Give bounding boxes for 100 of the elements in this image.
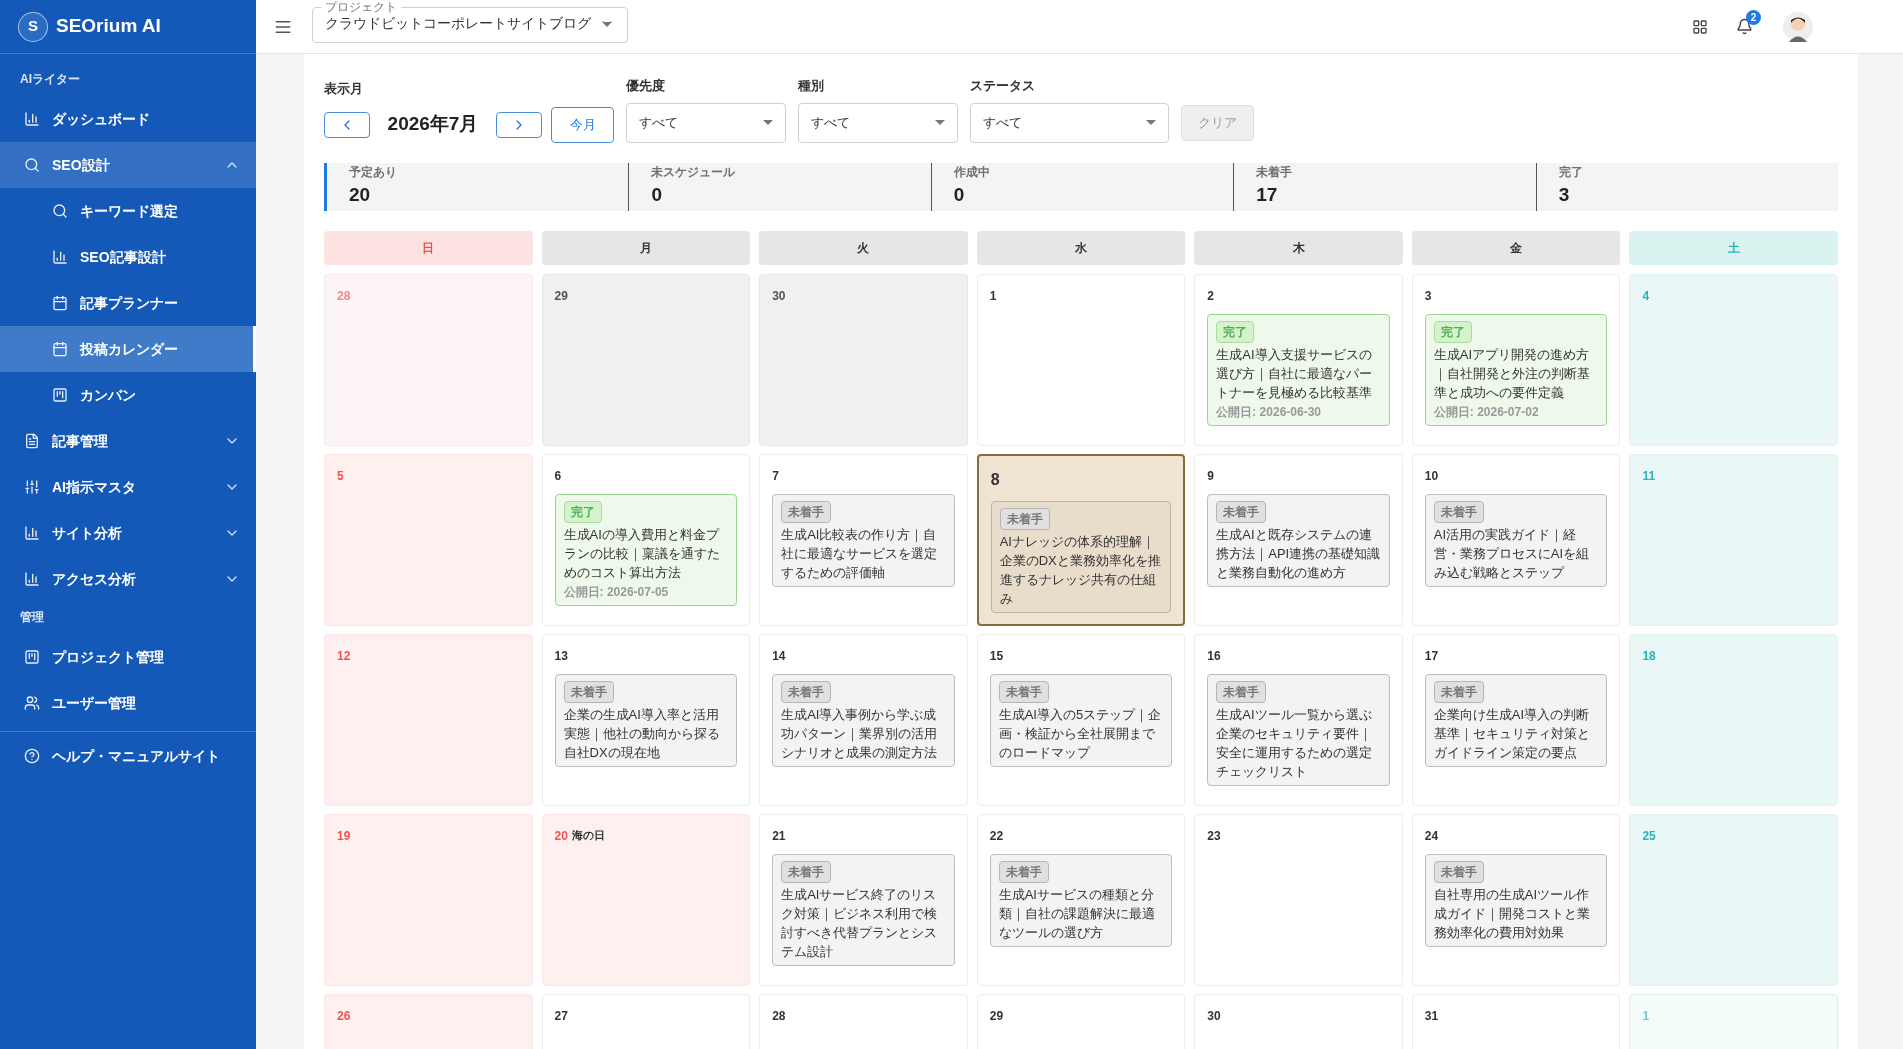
filter-select[interactable]: すべて: [970, 102, 1169, 143]
status-tag: 未着手: [563, 680, 614, 703]
calendar-day-cell[interactable]: 20 海の日: [541, 813, 751, 986]
post-title: 生成AI導入の5ステップ｜企画・検証から全社展開までのロードマップ: [998, 705, 1163, 762]
calendar-day-cell[interactable]: 22 未着手 生成AIサービスの種類と分類｜自社の課題解決に最適なツールの選び方: [976, 813, 1186, 986]
sidebar-item[interactable]: 記事プランナー: [0, 280, 256, 326]
calendar-day-cell[interactable]: 8 未着手 AIナレッジの体系的理解｜企業のDXと業務効率化を推進するナレッジ共有の仕組み: [976, 453, 1186, 626]
calendar-day-cell[interactable]: 28: [759, 993, 968, 1049]
calendar-day-cell[interactable]: 1: [976, 273, 1186, 446]
day-number: 28: [337, 287, 351, 305]
help-link[interactable]: ヘルプ・マニュアルサイト: [0, 733, 256, 779]
calendar-day-cell[interactable]: 13 未着手 企業の生成AI導入率と活用実態｜他社の動向から探る自社DXの現在地: [541, 633, 751, 806]
publish-date: 公開日: 2026-07-05: [563, 583, 670, 601]
status-tag: 完了: [1216, 320, 1255, 343]
calendar-day-cell[interactable]: 30: [1194, 993, 1403, 1049]
calendar-day-cell[interactable]: 9 未着手 生成AIと既存システムの連携方法｜API連携の基礎知識と業務自動化の進め方: [1194, 453, 1403, 626]
notification-badge: 2: [1746, 10, 1761, 25]
publish-date: 公開日: 2026-06-30: [1216, 403, 1322, 421]
next-month-button[interactable]: [496, 111, 542, 138]
day-number: 31: [1424, 1007, 1439, 1025]
post-card[interactable]: 未着手 生成AIと既存システムの連携方法｜API連携の基礎知識と業務自動化の進め方: [1207, 493, 1390, 587]
calendar-day-cell[interactable]: 6 完了 生成AIの導入費用と料金プランの比較｜稟議を通すためのコスト算出方法 公開日: 2026-07-05: [541, 453, 751, 626]
calendar-day-cell[interactable]: 29: [976, 993, 1186, 1049]
filter-label: 種別: [798, 77, 825, 95]
calendar-day-cell[interactable]: 17 未着手 企業向け生成AI導入の判断基準｜セキュリティ対策とガイドライン策定の要点: [1411, 633, 1621, 806]
sidebar-item[interactable]: ダッシュボード: [0, 96, 256, 142]
calendar-day-cell[interactable]: 21 未着手 生成AIサービス終了のリスク対策｜ビジネス利用で検討すべき代替プランとシステム設計: [759, 813, 968, 986]
previous-month-button[interactable]: [324, 111, 370, 138]
post-card[interactable]: 未着手 企業向け生成AI導入の判断基準｜セキュリティ対策とガイドライン策定の要点: [1424, 673, 1608, 767]
day-number: 25: [1642, 827, 1656, 845]
dropdown-caret-icon: [1146, 120, 1156, 125]
post-card[interactable]: 未着手 生成AIサービスの種類と分類｜自社の課題解決に最適なツールの選び方: [989, 853, 1173, 947]
post-title: 生成AI導入事例から学ぶ成功パターン｜業界別の活用シナリオと成果の測定方法: [781, 705, 939, 762]
sidebar-item[interactable]: ユーザー管理: [0, 680, 256, 726]
filter-select[interactable]: すべて: [798, 102, 958, 143]
weekday-header: 日: [324, 230, 533, 265]
calendar-day-cell[interactable]: 27: [541, 993, 751, 1049]
avatar[interactable]: [1783, 11, 1813, 42]
calendar-day-cell[interactable]: 30: [759, 273, 968, 446]
sidebar-item[interactable]: サイト分析: [0, 510, 256, 556]
calendar-day-cell[interactable]: 23: [1194, 813, 1403, 986]
post-card[interactable]: 完了 生成AI導入支援サービスの選び方｜自社に最適なパートナーを見極める比較基準 公開日: 2026-06-30: [1207, 313, 1390, 426]
post-card[interactable]: 未着手 生成AI導入事例から学ぶ成功パターン｜業界別の活用シナリオと成果の測定方法: [772, 673, 955, 767]
apps-grid-icon[interactable]: [1692, 18, 1708, 35]
post-card[interactable]: 未着手 生成AI比較表の作り方｜自社に最適なサービスを選定するための評価軸: [772, 493, 955, 587]
calendar-day-cell[interactable]: 24 未着手 自社専用の生成AIツール作成ガイド｜開発コストと業務効率化の費用対効果: [1411, 813, 1621, 986]
post-card[interactable]: 未着手 生成AIツール一覧から選ぶ企業のセキュリティ要件｜安全に運用するための選定チェックリスト: [1207, 673, 1390, 786]
calendar-day-cell[interactable]: 15 未着手 生成AI導入の5ステップ｜企画・検証から全社展開までのロードマップ: [976, 633, 1186, 806]
sidebar-item[interactable]: カンバン: [0, 372, 256, 418]
sidebar-item[interactable]: SEO記事設計: [0, 234, 256, 280]
weekday-header: 土: [1629, 230, 1838, 265]
post-card[interactable]: 完了 生成AIの導入費用と料金プランの比較｜稟議を通すためのコスト算出方法 公開日: 2026-07-05: [554, 493, 738, 606]
calendar-day-cell[interactable]: 29: [541, 273, 751, 446]
post-title: 生成AI導入支援サービスの選び方｜自社に最適なパートナーを見極める比較基準: [1216, 345, 1374, 402]
sidebar-item[interactable]: 記事管理: [0, 418, 256, 464]
calendar-day-cell[interactable]: 2 完了 生成AI導入支援サービスの選び方｜自社に最適なパートナーを見極める比較基準 公開日: 2026-06-30: [1194, 273, 1403, 446]
section-heading: 管理: [19, 609, 45, 626]
calendar-day-cell[interactable]: 3 完了 生成AIアプリ開発の進め方｜自社開発と外注の判断基準と成功への要件定義 公開日: 2026-07-02: [1411, 273, 1621, 446]
day-number: 11: [1642, 467, 1656, 485]
status-tag: 未着手: [1216, 500, 1267, 523]
post-card[interactable]: 完了 生成AIアプリ開発の進め方｜自社開発と外注の判断基準と成功への要件定義 公開日: 2026-07-02: [1424, 313, 1608, 426]
day-number: 22: [989, 827, 1004, 845]
day-number: 5: [337, 467, 344, 485]
day-number: 20: [554, 827, 568, 845]
sidebar-item[interactable]: AI指示マスタ: [0, 464, 256, 510]
status-tag: 未着手: [1433, 680, 1484, 703]
day-number: 29: [554, 287, 568, 305]
filter-label: ステータス: [970, 77, 1036, 95]
stat-value: 3: [1558, 183, 1571, 208]
sidebar-item[interactable]: アクセス分析: [0, 556, 256, 602]
day-number: 1: [989, 287, 997, 305]
users-icon: [24, 695, 40, 711]
calendar-day-cell[interactable]: 14 未着手 生成AI導入事例から学ぶ成功パターン｜業界別の活用シナリオと成果の測定方法: [759, 633, 968, 806]
kanban-icon: [52, 387, 68, 403]
chart-icon: [52, 249, 68, 265]
post-card[interactable]: 未着手 生成AI導入の5ステップ｜企画・検証から全社展開までのロードマップ: [989, 673, 1173, 767]
day-number: 2: [1207, 287, 1214, 305]
sidebar-item[interactable]: SEO設計: [0, 142, 256, 188]
post-card[interactable]: 未着手 生成AIサービス終了のリスク対策｜ビジネス利用で検討すべき代替プランとシステム設計: [772, 853, 955, 966]
project-select[interactable]: プロジェクト クラウドビットコーポレートサイトブログ: [312, 1, 628, 43]
post-card[interactable]: 未着手 企業の生成AI導入率と活用実態｜他社の動向から探る自社DXの現在地: [554, 673, 738, 767]
filter-select[interactable]: すべて: [626, 102, 786, 143]
notification-bell-icon[interactable]: [1736, 18, 1753, 35]
day-number: 17: [1424, 647, 1439, 665]
this-month-button[interactable]: 今月: [551, 106, 614, 143]
post-card[interactable]: 未着手 AIナレッジの体系的理解｜企業のDXと業務効率化を推進するナレッジ共有の仕組み: [990, 500, 1172, 613]
sidebar-item[interactable]: 投稿カレンダー: [0, 326, 256, 372]
calendar-day-cell[interactable]: 31: [1411, 993, 1621, 1049]
day-number: 3: [1424, 287, 1432, 305]
sidebar-item[interactable]: プロジェクト管理: [0, 634, 256, 680]
calendar-day-cell[interactable]: 10 未着手 AI活用の実践ガイド｜経営・業務プロセスにAIを組み込む戦略とステップ: [1411, 453, 1621, 626]
post-card[interactable]: 未着手 自社専用の生成AIツール作成ガイド｜開発コストと業務効率化の費用対効果: [1424, 853, 1608, 947]
search-icon: [52, 203, 68, 219]
post-card[interactable]: 未着手 AI活用の実践ガイド｜経営・業務プロセスにAIを組み込む戦略とステップ: [1424, 493, 1608, 587]
sliders-icon: [24, 479, 40, 495]
calendar-day-cell[interactable]: 7 未着手 生成AI比較表の作り方｜自社に最適なサービスを選定するための評価軸: [759, 453, 968, 626]
calendar-day-cell[interactable]: 16 未着手 生成AIツール一覧から選ぶ企業のセキュリティ要件｜安全に運用するための選定チェックリスト: [1194, 633, 1403, 806]
stat-label: 完了: [1558, 164, 1584, 182]
sidebar-item[interactable]: キーワード選定: [0, 188, 256, 234]
stat-value: 17: [1256, 183, 1279, 208]
